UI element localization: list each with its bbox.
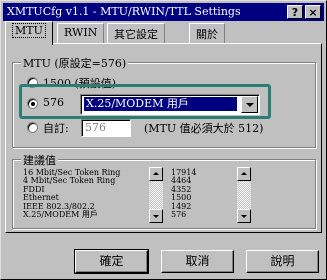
scroll-track[interactable] xyxy=(237,181,251,209)
radio-custom[interactable] xyxy=(27,122,38,133)
tab-mtu[interactable]: MTU xyxy=(5,21,53,45)
radio-576[interactable] xyxy=(27,98,38,109)
radio-1500[interactable] xyxy=(27,77,38,88)
help-dialog-button[interactable]: 說明 xyxy=(246,250,319,273)
settings-dialog: XMTUCfg v1.1 - MTU/RWIN/TTL Settings ? ×… xyxy=(0,0,327,280)
mtu-note: (MTU 值必須大於 512) xyxy=(144,122,264,135)
tab-rwin[interactable]: RWIN xyxy=(57,23,105,43)
scroll-up-icon[interactable] xyxy=(237,167,251,181)
scroll-track[interactable] xyxy=(149,181,163,209)
custom-mtu-input[interactable]: 576 xyxy=(81,119,131,137)
scroll-down-icon[interactable] xyxy=(237,209,251,223)
combo-selected-value: X.25/MODEM 用戶 xyxy=(84,97,237,111)
scroll-down-icon[interactable] xyxy=(149,209,163,223)
tab-about[interactable]: 關於 xyxy=(189,23,225,43)
scroll-up-icon[interactable] xyxy=(149,167,163,181)
radio-1500-label: 1500 (預設值) xyxy=(43,77,117,90)
cancel-button[interactable]: 取消 xyxy=(161,250,234,273)
help-button[interactable]: ? xyxy=(287,5,303,19)
list-item: 576 xyxy=(171,210,187,220)
radio-custom-label: 自訂: xyxy=(43,122,69,135)
recommend-names-list: 16 Mbit/Sec Token Ring 4 Mbit/Sec Token … xyxy=(23,168,120,220)
list-item: X.25/MODEM 用戶 xyxy=(23,210,98,220)
close-icon[interactable]: × xyxy=(305,5,321,19)
radio-576-label: 576 xyxy=(43,96,64,109)
chevron-down-icon[interactable] xyxy=(241,96,258,113)
title-bar: XMTUCfg v1.1 - MTU/RWIN/TTL Settings ? × xyxy=(3,3,324,21)
values-scrollbar[interactable] xyxy=(237,167,251,223)
recommend-group-label: 建議值 xyxy=(21,152,58,168)
tab-other-settings[interactable]: 其它設定 xyxy=(107,23,165,43)
mtu-group-label: MTU (原設定=576) xyxy=(21,55,129,71)
mtu-preset-combo[interactable]: X.25/MODEM 用戶 xyxy=(80,94,260,115)
window-title: XMTUCfg v1.1 - MTU/RWIN/TTL Settings xyxy=(7,5,241,18)
names-scrollbar[interactable] xyxy=(149,167,163,223)
recommend-values-list: 17914 4464 4352 1500 1492 576 xyxy=(171,168,196,220)
ok-button[interactable]: 確定 xyxy=(74,249,149,274)
